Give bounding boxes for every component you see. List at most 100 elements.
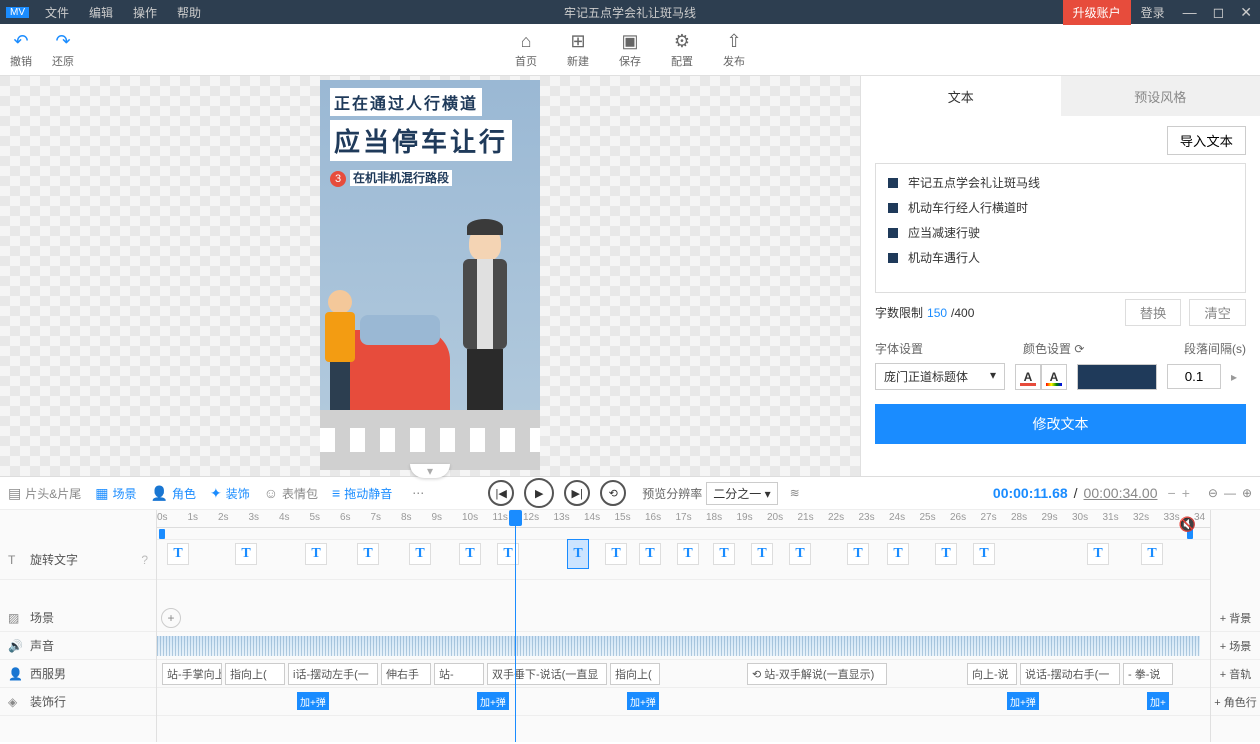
text-clip[interactable]: T xyxy=(935,543,957,565)
track-label-role[interactable]: 👤西服男 xyxy=(0,660,156,688)
maximize-icon[interactable]: ◻ xyxy=(1205,4,1233,21)
preview-select[interactable]: 二分之一 ▾ xyxy=(706,482,777,505)
text-clip[interactable]: T xyxy=(677,543,699,565)
minimize-icon[interactable]: — xyxy=(1175,4,1205,20)
modify-text-button[interactable]: 修改文本 xyxy=(875,404,1246,444)
tab-style[interactable]: 预设风格 xyxy=(1061,76,1260,116)
deco-clip[interactable]: 加+弹 xyxy=(1007,692,1039,710)
track-label-deco[interactable]: ◈装饰行 xyxy=(0,688,156,716)
next-button[interactable]: ▶| xyxy=(564,480,590,506)
track-label-audio[interactable]: 🔊声音 xyxy=(0,632,156,660)
text-clip[interactable]: T xyxy=(357,543,379,565)
text-clip[interactable]: T xyxy=(567,539,589,569)
text-track[interactable]: 🔇 TTTTTTTTTTTTTTTTTTTT xyxy=(157,540,1210,580)
deco-clip[interactable]: 加+弹 xyxy=(297,692,329,710)
collapse-handle[interactable]: ▾ xyxy=(410,464,450,478)
time-total[interactable]: 00:00:34.00 xyxy=(1084,485,1158,501)
role-clip[interactable]: ⟲ 站-双手解说(一直显示) xyxy=(747,663,887,685)
range-bar[interactable] xyxy=(157,528,1210,540)
track-label-text[interactable]: T旋转文字? xyxy=(0,540,156,580)
ruler[interactable]: 0s1s2s3s4s5s6s7s8s9s10s11s12s13s14s15s16… xyxy=(157,510,1210,528)
new-button[interactable]: ⊞新建 xyxy=(567,31,589,69)
canvas-frame[interactable]: 正在通过人行横道 应当停车让行 3在机非机混行路段 ⟳ 🔓 16:9 9:16 … xyxy=(320,80,540,470)
role-clip[interactable]: 向上-说 xyxy=(967,663,1017,685)
audio-track[interactable]: + xyxy=(157,632,1210,660)
login-button[interactable]: 登录 xyxy=(1131,4,1175,21)
home-button[interactable]: ⌂首页 xyxy=(515,31,537,69)
audio-clip[interactable] xyxy=(157,636,1200,656)
list-item[interactable]: 机动车行经人行横道时 xyxy=(882,195,1239,220)
mode-scene[interactable]: ▦场景 xyxy=(95,485,136,502)
replace-button[interactable]: 替换 xyxy=(1125,299,1182,326)
more-icon[interactable]: ⋯ xyxy=(412,486,424,500)
time-plus[interactable]: + xyxy=(1182,485,1190,501)
deco-clip[interactable]: 加+弹 xyxy=(477,692,509,710)
deco-clip[interactable]: 加+ xyxy=(1147,692,1169,710)
list-item[interactable]: 机动车遇行人 xyxy=(882,245,1239,270)
text-bg-color-button[interactable]: A xyxy=(1041,364,1067,390)
time-minus[interactable]: − xyxy=(1168,485,1176,501)
role-clip[interactable]: 站- xyxy=(434,663,484,685)
text-clip[interactable]: T xyxy=(1087,543,1109,565)
text-clip[interactable]: T xyxy=(639,543,661,565)
range-start-handle[interactable] xyxy=(159,529,165,539)
menu-help[interactable]: 帮助 xyxy=(167,4,211,21)
spacing-input[interactable] xyxy=(1167,364,1221,389)
list-item[interactable]: 牢记五点学会礼让斑马线 xyxy=(882,170,1239,195)
canvas-area[interactable]: 正在通过人行横道 应当停车让行 3在机非机混行路段 ⟳ 🔓 16:9 9:16 … xyxy=(0,76,860,476)
add-bg-button[interactable]: + 背景 xyxy=(1211,604,1260,632)
add-track-button[interactable]: + 音轨 xyxy=(1211,660,1260,688)
role-clip[interactable]: 指向上( xyxy=(225,663,285,685)
mode-intro[interactable]: ▤片头&片尾 xyxy=(8,485,81,502)
mode-emoji[interactable]: ☺表情包 xyxy=(264,485,318,502)
text-clip[interactable]: T xyxy=(167,543,189,565)
publish-button[interactable]: ⇧发布 xyxy=(723,31,745,69)
zoom-in-icon[interactable]: ⊕ xyxy=(1242,486,1252,500)
timeline-tracks[interactable]: 0s1s2s3s4s5s6s7s8s9s10s11s12s13s14s15s16… xyxy=(157,510,1210,742)
import-text-button[interactable]: 导入文本 xyxy=(1167,126,1246,155)
scene-track[interactable]: + xyxy=(157,604,1210,632)
upgrade-button[interactable]: 升级账户 xyxy=(1063,0,1131,25)
mode-dragmute[interactable]: ≡拖动静音 xyxy=(332,485,392,502)
text-clip[interactable]: T xyxy=(605,543,627,565)
role-clip[interactable]: 指向上( xyxy=(610,663,660,685)
role-clip[interactable]: 伸右手 xyxy=(381,663,431,685)
text-clip[interactable]: T xyxy=(973,543,995,565)
loop-button[interactable]: ⟲ xyxy=(600,480,626,506)
text-color-button[interactable]: A xyxy=(1015,364,1041,390)
menu-edit[interactable]: 编辑 xyxy=(79,4,123,21)
text-clip[interactable]: T xyxy=(887,543,909,565)
undo-button[interactable]: ↶ 撤销 xyxy=(10,31,32,69)
text-clip[interactable]: T xyxy=(235,543,257,565)
text-clip[interactable]: T xyxy=(305,543,327,565)
track-label-scene[interactable]: ▨场景 xyxy=(0,604,156,632)
play-button[interactable]: ▶ xyxy=(524,478,554,508)
prev-button[interactable]: |◀ xyxy=(488,480,514,506)
text-clip[interactable]: T xyxy=(847,543,869,565)
role-clip[interactable]: - 拳-说 xyxy=(1123,663,1173,685)
text-clip[interactable]: T xyxy=(1141,543,1163,565)
text-clip[interactable]: T xyxy=(713,543,735,565)
list-item[interactable]: 应当减速行驶 xyxy=(882,220,1239,245)
clear-button[interactable]: 清空 xyxy=(1189,299,1246,326)
font-select[interactable]: 庞门正道标题体▾ xyxy=(875,363,1005,390)
text-list[interactable]: 牢记五点学会礼让斑马线 机动车行经人行横道时 应当减速行驶 机动车遇行人 xyxy=(875,163,1246,293)
deco-track[interactable]: 加+弹加+弹加+弹加+弹加+ xyxy=(157,688,1210,716)
add-role-row-button[interactable]: + 角色行 xyxy=(1211,688,1260,716)
playhead[interactable] xyxy=(515,510,516,742)
role-clip[interactable]: 双手垂下-说话(一直显 xyxy=(487,663,607,685)
text-clip[interactable]: T xyxy=(789,543,811,565)
role-clip[interactable]: i话-摆动左手(一 xyxy=(288,663,378,685)
role-track[interactable]: 站-手掌向上-说话(一直显指向上(i话-摆动左手(一伸右手站-双手垂下-说话(一… xyxy=(157,660,1210,688)
config-button[interactable]: ⚙配置 xyxy=(671,31,693,69)
close-icon[interactable]: ✕ xyxy=(1232,4,1260,21)
menu-action[interactable]: 操作 xyxy=(123,4,167,21)
text-clip[interactable]: T xyxy=(409,543,431,565)
zoom-out-icon[interactable]: ⊖ xyxy=(1208,486,1218,500)
text-clip[interactable]: T xyxy=(459,543,481,565)
add-scene-button[interactable]: + xyxy=(161,608,181,628)
mode-deco[interactable]: ✦装饰 xyxy=(210,485,250,502)
track-mute-icon[interactable]: 🔇 xyxy=(1179,516,1196,533)
menu-file[interactable]: 文件 xyxy=(35,4,79,21)
color-swatch[interactable] xyxy=(1077,364,1157,390)
